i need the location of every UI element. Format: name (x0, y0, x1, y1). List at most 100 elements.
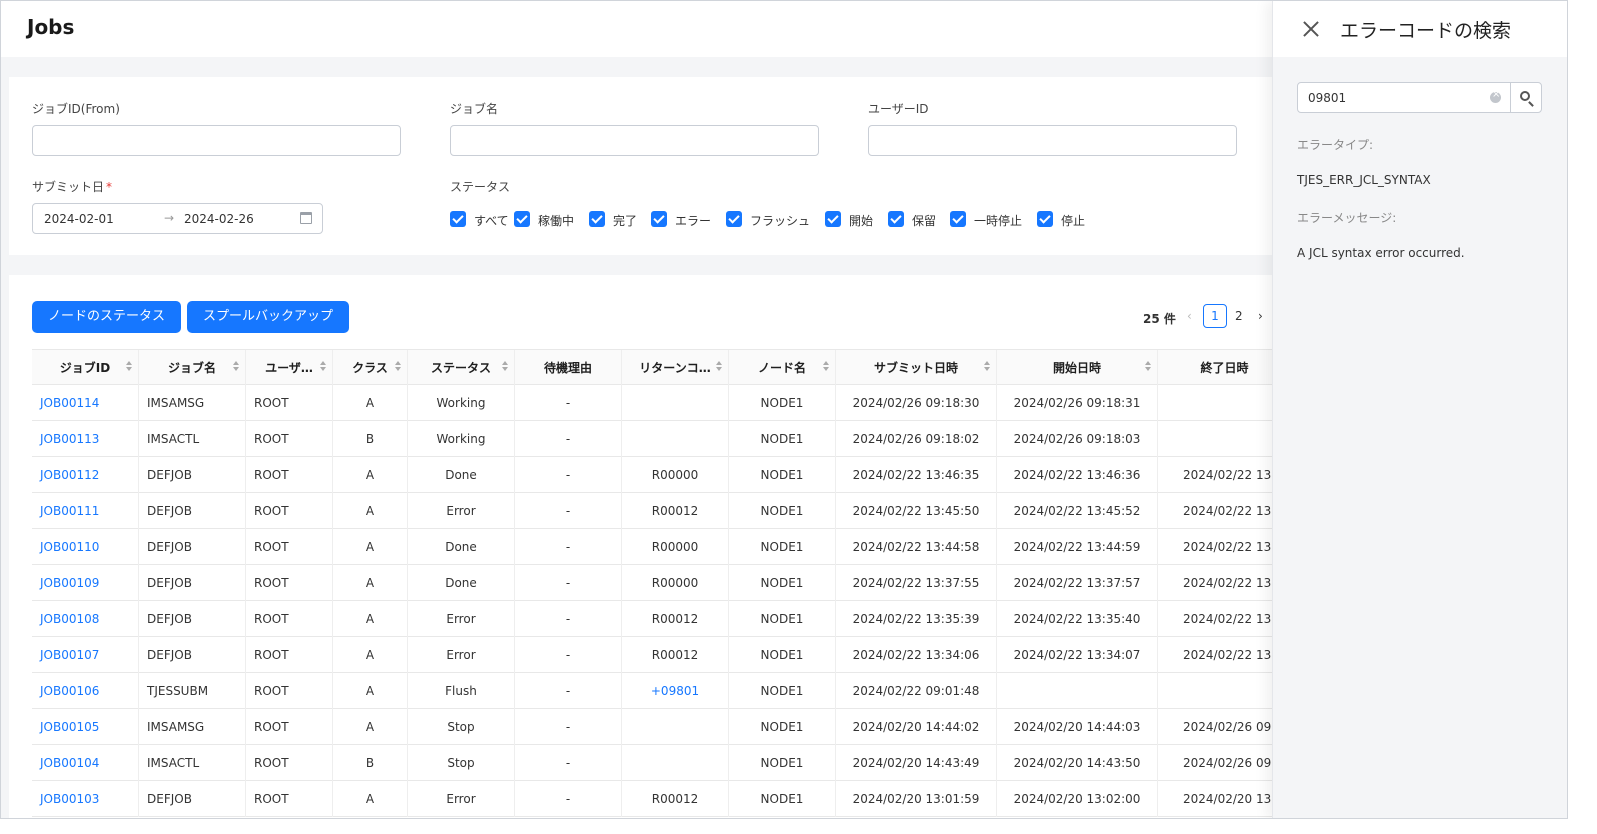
cell-class: A (333, 673, 408, 709)
table-row[interactable]: JOB00111 DEFJOB ROOT A Error - R00012 NODE1 2024… (32, 493, 1292, 529)
table-row[interactable]: JOB00112 DEFJOB ROOT A Done - R00000 NODE1 2024/… (32, 457, 1292, 493)
filter-panel: ジョブID(From) ジョブ名 ユーザーID サブミット日 * 2024-02-… (9, 77, 1273, 255)
col-header-class[interactable]: クラス (333, 350, 408, 386)
job-id-from-input[interactable] (32, 125, 401, 156)
job-name-label: ジョブ名 (450, 102, 499, 116)
cell-return-code (622, 709, 729, 745)
cell-job-id[interactable]: JOB00106 (32, 673, 139, 709)
cell-job-id[interactable]: JOB00107 (32, 637, 139, 673)
col-header-job-id[interactable]: ジョブID (32, 350, 139, 386)
col-header-user[interactable]: ユーザ… (246, 350, 333, 386)
checkbox-checked-icon[interactable] (651, 211, 667, 227)
cell-start-time: 2024/02/26 09:18:31 (997, 385, 1158, 421)
checkbox-label: 稼働中 (538, 214, 575, 228)
table-row[interactable]: JOB00105 IMSAMSG ROOT A Stop - NODE1 2024/02/20… (32, 709, 1292, 745)
cell-return-code: R00012 (622, 601, 729, 637)
cell-job-id[interactable]: JOB00103 (32, 781, 139, 817)
cell-job-id[interactable]: JOB00108 (32, 601, 139, 637)
cell-job-id[interactable]: JOB00104 (32, 745, 139, 781)
cell-return-code[interactable]: +09801 (622, 673, 729, 709)
table-row[interactable]: JOB00107 DEFJOB ROOT A Error - R00012 NODE1 2024… (32, 637, 1292, 673)
checkbox-checked-icon[interactable] (950, 211, 966, 227)
col-header-text: ジョブ名 (167, 361, 216, 375)
cell-job-id[interactable]: JOB00113 (32, 421, 139, 457)
table-header-row: ジョブID ジョブ名 ユーザ… クラス ステータス 待機理由 リターンコ… ノー… (32, 349, 1292, 386)
checkbox-checked-icon[interactable] (1037, 211, 1053, 227)
checkbox-label: 完了 (613, 214, 638, 228)
table-row[interactable]: JOB00108 DEFJOB ROOT A Error - R00012 NODE1 2024… (32, 601, 1292, 637)
cell-start-time (997, 673, 1158, 709)
error-type-label: エラータイプ: (1297, 138, 1374, 152)
col-header-start-time[interactable]: 開始日時 (997, 350, 1158, 386)
status-label: ステータス (450, 180, 511, 194)
pagination-next-icon[interactable]: › (1258, 309, 1263, 323)
user-id-label: ユーザーID (868, 102, 929, 116)
date-from[interactable]: 2024-02-01 (44, 212, 114, 226)
checkbox-checked-icon[interactable] (726, 211, 742, 227)
table-row[interactable]: JOB00106 TJESSUBM ROOT A Flush - +09801 NODE1 20… (32, 673, 1292, 709)
cell-job-id[interactable]: JOB00114 (32, 385, 139, 421)
error-message-value: A JCL syntax error occurred. (1297, 246, 1465, 260)
cell-job-id[interactable]: JOB00109 (32, 565, 139, 601)
job-name-input[interactable] (450, 125, 819, 156)
cell-start-time: 2024/02/20 14:44:03 (997, 709, 1158, 745)
cell-status: Error (408, 493, 515, 529)
search-button[interactable] (1510, 82, 1542, 113)
clear-icon[interactable] (1490, 89, 1501, 103)
cell-start-time: 2024/02/22 13:35:40 (997, 601, 1158, 637)
cell-node-name: NODE1 (729, 493, 836, 529)
submit-date-range-picker[interactable]: 2024-02-01 → 2024-02-26 (32, 203, 323, 234)
checkbox-checked-icon[interactable] (888, 211, 904, 227)
date-range-arrow-icon: → (164, 211, 175, 225)
cell-job-id[interactable]: JOB00110 (32, 529, 139, 565)
error-code-search-input[interactable]: 09801 (1297, 82, 1511, 113)
cell-user: ROOT (246, 709, 333, 745)
cell-start-time: 2024/02/22 13:37:57 (997, 565, 1158, 601)
table-row[interactable]: JOB00113 IMSACTL ROOT B Working - NODE1 2024/02… (32, 421, 1292, 457)
col-header-status[interactable]: ステータス (408, 350, 515, 386)
col-header-return-code[interactable]: リターンコ… (622, 350, 729, 386)
cell-user: ROOT (246, 673, 333, 709)
checkbox-checked-icon[interactable] (825, 211, 841, 227)
cell-return-code: R00000 (622, 529, 729, 565)
cell-user: ROOT (246, 457, 333, 493)
pagination-page-1[interactable]: 1 (1203, 304, 1227, 328)
cell-job-id[interactable]: JOB00105 (32, 709, 139, 745)
cell-user: ROOT (246, 529, 333, 565)
table-row[interactable]: JOB00114 IMSAMSG ROOT A Working - NODE1 2024/02… (32, 385, 1292, 421)
node-status-button[interactable]: ノードのステータス (32, 301, 182, 333)
spool-backup-button[interactable]: スプールバックアップ (187, 301, 350, 333)
checkbox-checked-icon[interactable] (589, 211, 605, 227)
cell-status: Done (408, 529, 515, 565)
cell-return-code: R00000 (622, 457, 729, 493)
checkbox-label: すべて (474, 214, 509, 228)
pagination-total: 25 件 (1143, 312, 1176, 326)
cell-class: A (333, 781, 408, 817)
col-header-job-name[interactable]: ジョブ名 (139, 350, 246, 386)
user-id-input[interactable] (868, 125, 1237, 156)
pagination-prev-icon[interactable]: ‹ (1187, 309, 1192, 323)
search-input-value[interactable]: 09801 (1308, 91, 1346, 105)
cell-node-name: NODE1 (729, 601, 836, 637)
cell-node-name: NODE1 (729, 673, 836, 709)
cell-wait-reason: - (515, 637, 622, 673)
col-header-node-name[interactable]: ノード名 (729, 350, 836, 386)
checkbox-checked-icon[interactable] (514, 211, 530, 227)
pagination-page-2[interactable]: 2 (1235, 309, 1243, 323)
date-to[interactable]: 2024-02-26 (184, 212, 254, 226)
cell-wait-reason: - (515, 745, 622, 781)
cell-job-id[interactable]: JOB00111 (32, 493, 139, 529)
cell-status: Done (408, 565, 515, 601)
cell-job-id[interactable]: JOB00112 (32, 457, 139, 493)
cell-job-name: DEFJOB (139, 529, 246, 565)
cell-status: Flush (408, 673, 515, 709)
table-row[interactable]: JOB00110 DEFJOB ROOT A Done - R00000 NODE1 2024/… (32, 529, 1292, 565)
table-row[interactable]: JOB00104 IMSACTL ROOT B Stop - NODE1 2024/02/20… (32, 745, 1292, 781)
table-row[interactable]: JOB00109 DEFJOB ROOT A Done - R00000 NODE1 2024/… (32, 565, 1292, 601)
col-header-submit-time[interactable]: サブミット日時 (836, 350, 997, 386)
checkbox-checked-icon[interactable] (450, 211, 466, 227)
table-row[interactable]: JOB00103 DEFJOB ROOT A Error - R00012 NODE1 2024… (32, 781, 1292, 817)
cell-submit-time: 2024/02/20 14:43:49 (836, 745, 997, 781)
close-icon[interactable] (1303, 21, 1319, 37)
calendar-icon[interactable] (300, 212, 312, 224)
